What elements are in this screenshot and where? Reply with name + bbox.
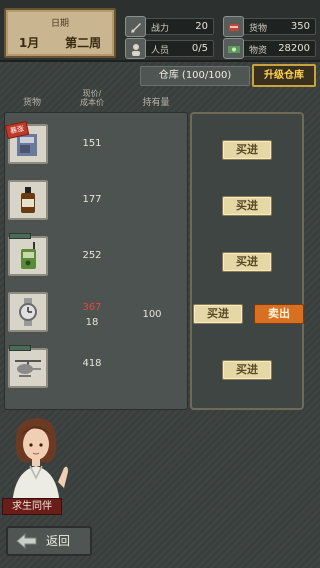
col-price-line2: 成本价 bbox=[80, 98, 104, 107]
helicopter-icon bbox=[15, 360, 41, 377]
item-tag bbox=[9, 233, 31, 239]
combat-value: 20 bbox=[195, 21, 208, 32]
item-thumb[interactable] bbox=[8, 233, 48, 276]
item-tag bbox=[9, 345, 31, 351]
goods-row: 252 买进 bbox=[0, 230, 302, 286]
radio-icon bbox=[21, 242, 36, 269]
combat-stat: 战力 20 bbox=[125, 16, 214, 37]
companion-portrait[interactable] bbox=[2, 412, 74, 512]
combat-label: 战力 bbox=[151, 24, 170, 34]
item-cost: 18 bbox=[85, 317, 99, 328]
upgrade-warehouse-button[interactable]: 升级仓库 bbox=[252, 64, 316, 87]
buy-button[interactable]: 买进 bbox=[222, 140, 272, 160]
people-label: 人员 bbox=[151, 46, 170, 56]
person-icon bbox=[125, 38, 146, 59]
buy-button[interactable]: 买进 bbox=[222, 360, 272, 380]
money-icon bbox=[223, 38, 244, 59]
col-holding: 持有量 bbox=[142, 98, 170, 108]
funds-stat: 物资 28200 bbox=[223, 38, 316, 59]
date-panel: 日期 1月 第二周 bbox=[4, 8, 116, 58]
goods-value: 350 bbox=[290, 21, 310, 32]
back-button[interactable]: 返回 bbox=[6, 526, 92, 556]
goods-row: 177 买进 bbox=[0, 174, 302, 230]
companion-label[interactable]: 求生同伴 bbox=[2, 498, 62, 515]
item-holding: 100 bbox=[142, 309, 162, 320]
col-goods: 货物 bbox=[22, 98, 41, 108]
item-thumb[interactable]: 暴涨 bbox=[4, 120, 48, 164]
buy-button[interactable]: 买进 bbox=[193, 304, 243, 324]
item-price: 418 bbox=[82, 358, 102, 369]
people-stat: 人员 0/5 bbox=[125, 38, 214, 59]
back-label: 返回 bbox=[46, 534, 71, 548]
top-bar: 日期 1月 第二周 战力 20 人员 0/5 货物 350 物资 28200 bbox=[0, 0, 320, 62]
item-price: 367 bbox=[82, 302, 102, 313]
funds-value: 28200 bbox=[278, 43, 310, 54]
buy-button[interactable]: 买进 bbox=[222, 252, 272, 272]
sell-button[interactable]: 卖出 bbox=[254, 304, 304, 324]
buy-button[interactable]: 买进 bbox=[222, 196, 272, 216]
watch-icon bbox=[19, 298, 37, 326]
date-label: 日期 bbox=[50, 19, 69, 29]
sword-icon bbox=[125, 16, 146, 37]
item-price: 151 bbox=[82, 138, 102, 149]
funds-label: 物资 bbox=[249, 46, 268, 56]
week-text: 第二周 bbox=[65, 36, 102, 50]
goods-row: 暴涨 151 买进 bbox=[0, 118, 302, 174]
month-text: 1月 bbox=[18, 36, 40, 50]
item-thumb[interactable] bbox=[8, 345, 48, 388]
col-price-line1: 现价/ bbox=[82, 89, 102, 98]
goods-row: 418 买进 bbox=[0, 342, 302, 398]
back-arrow-icon bbox=[16, 533, 37, 549]
goods-row: 367 18 100 买进 卖出 bbox=[0, 286, 304, 342]
item-thumb[interactable] bbox=[8, 180, 48, 220]
character-figure bbox=[12, 418, 68, 512]
col-price: 现价/ 成本价 bbox=[72, 89, 112, 107]
bottle-icon bbox=[21, 187, 35, 213]
meat-icon bbox=[223, 16, 244, 37]
item-thumb[interactable] bbox=[8, 292, 48, 332]
item-price: 177 bbox=[82, 194, 102, 205]
people-value: 0/5 bbox=[191, 43, 208, 54]
goods-label: 货物 bbox=[249, 24, 268, 34]
warehouse-capacity: 仓库 (100/100) bbox=[140, 66, 250, 86]
item-price: 252 bbox=[82, 250, 102, 261]
goods-stat: 货物 350 bbox=[223, 16, 316, 37]
